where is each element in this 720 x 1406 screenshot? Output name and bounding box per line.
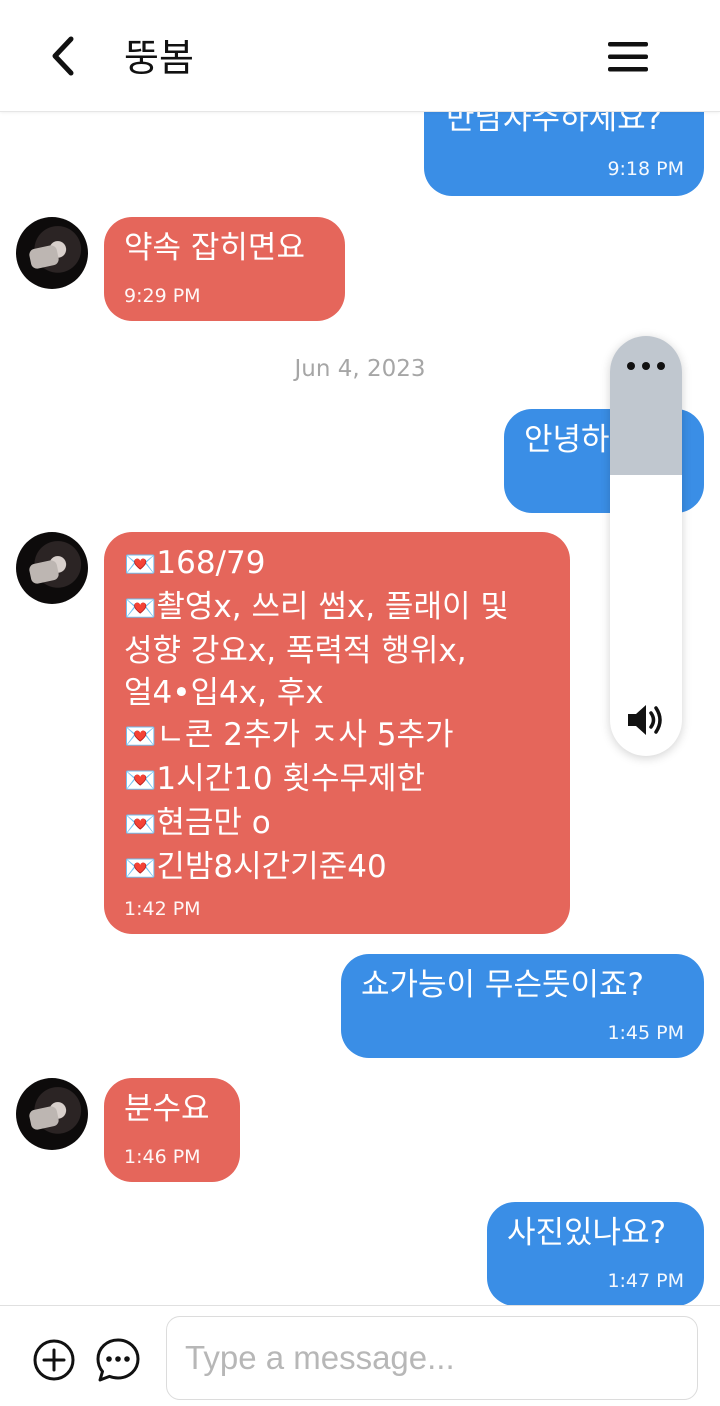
- message-time: 1:46 PM: [124, 1146, 201, 1168]
- more-dots-icon: [627, 362, 665, 370]
- message-text: 분수요: [124, 1091, 210, 1127]
- chevron-left-icon: [52, 36, 74, 76]
- message-line: 💌168/79: [124, 545, 266, 581]
- menu-button[interactable]: [602, 34, 654, 80]
- incoming-message[interactable]: 💌168/79 💌촬영x, 쓰리 썸x, 플래이 및 성향 강요x, 폭력적 행…: [104, 532, 570, 934]
- volume-panel[interactable]: [610, 336, 682, 756]
- love-letter-icon: 💌: [124, 766, 157, 796]
- message-time: 1:42 PM: [124, 898, 201, 920]
- plus-circle-icon: [33, 1339, 75, 1381]
- message-line: 성향 강요x, 폭력적 행위x,: [124, 633, 467, 669]
- incoming-message[interactable]: 분수요 1:46 PM: [104, 1078, 240, 1182]
- hamburger-menu-icon: [608, 42, 648, 72]
- love-letter-icon: 💌: [124, 722, 157, 752]
- message-time: 9:29 PM: [124, 285, 201, 307]
- message-text: 사진있나요?: [507, 1215, 667, 1251]
- message-time: 9:18 PM: [607, 158, 684, 180]
- love-letter-icon: 💌: [124, 594, 157, 624]
- back-button[interactable]: [40, 30, 84, 82]
- message-line: 💌촬영x, 쓰리 썸x, 플래이 및: [124, 589, 509, 625]
- love-letter-icon: 💌: [124, 854, 157, 884]
- message-time: 1:45 PM: [607, 1022, 684, 1044]
- message-composer: [0, 1305, 720, 1406]
- outgoing-message[interactable]: 쇼가능이 무슨뜻이죠? 1:45 PM: [341, 954, 704, 1058]
- love-letter-icon: 💌: [124, 810, 157, 840]
- outgoing-message[interactable]: 만남자주하세요? 9:18 PM: [424, 112, 704, 196]
- message-line: 💌긴밤8시간기준40: [124, 849, 387, 885]
- message-line: 💌1시간10 횟수무제한: [124, 761, 426, 797]
- incoming-message[interactable]: 약속 잡히면요 9:29 PM: [104, 217, 345, 321]
- chat-bubble-icon: [96, 1338, 140, 1382]
- chat-title: 뚱봄: [124, 36, 194, 80]
- avatar[interactable]: [16, 532, 88, 604]
- avatar[interactable]: [16, 1078, 88, 1150]
- message-line: 얼4•입4x, 후x: [124, 675, 324, 711]
- message-input[interactable]: [166, 1316, 698, 1400]
- message-line: 💌ㄴ콘 2추가 ㅈ사 5추가: [124, 717, 454, 753]
- message-text: 쇼가능이 무슨뜻이죠?: [361, 967, 644, 1003]
- outgoing-message[interactable]: 사진있나요? 1:47 PM: [487, 1202, 704, 1305]
- speaker-icon: [628, 705, 662, 735]
- message-text: 만남자주하세요?: [446, 112, 663, 137]
- add-attachment-button[interactable]: [32, 1338, 76, 1382]
- volume-button[interactable]: [610, 702, 682, 738]
- message-time: 1:47 PM: [607, 1270, 684, 1292]
- app-header: 뚱봄: [0, 0, 720, 112]
- love-letter-icon: 💌: [124, 550, 157, 580]
- avatar[interactable]: [16, 217, 88, 289]
- message-text: 💌168/79 💌촬영x, 쓰리 썸x, 플래이 및 성향 강요x, 폭력적 행…: [124, 542, 509, 890]
- quick-reply-button[interactable]: [94, 1336, 142, 1384]
- more-options-button[interactable]: [610, 356, 682, 375]
- message-line: 💌현금만 o: [124, 805, 271, 841]
- message-text: 약속 잡히면요: [124, 230, 305, 266]
